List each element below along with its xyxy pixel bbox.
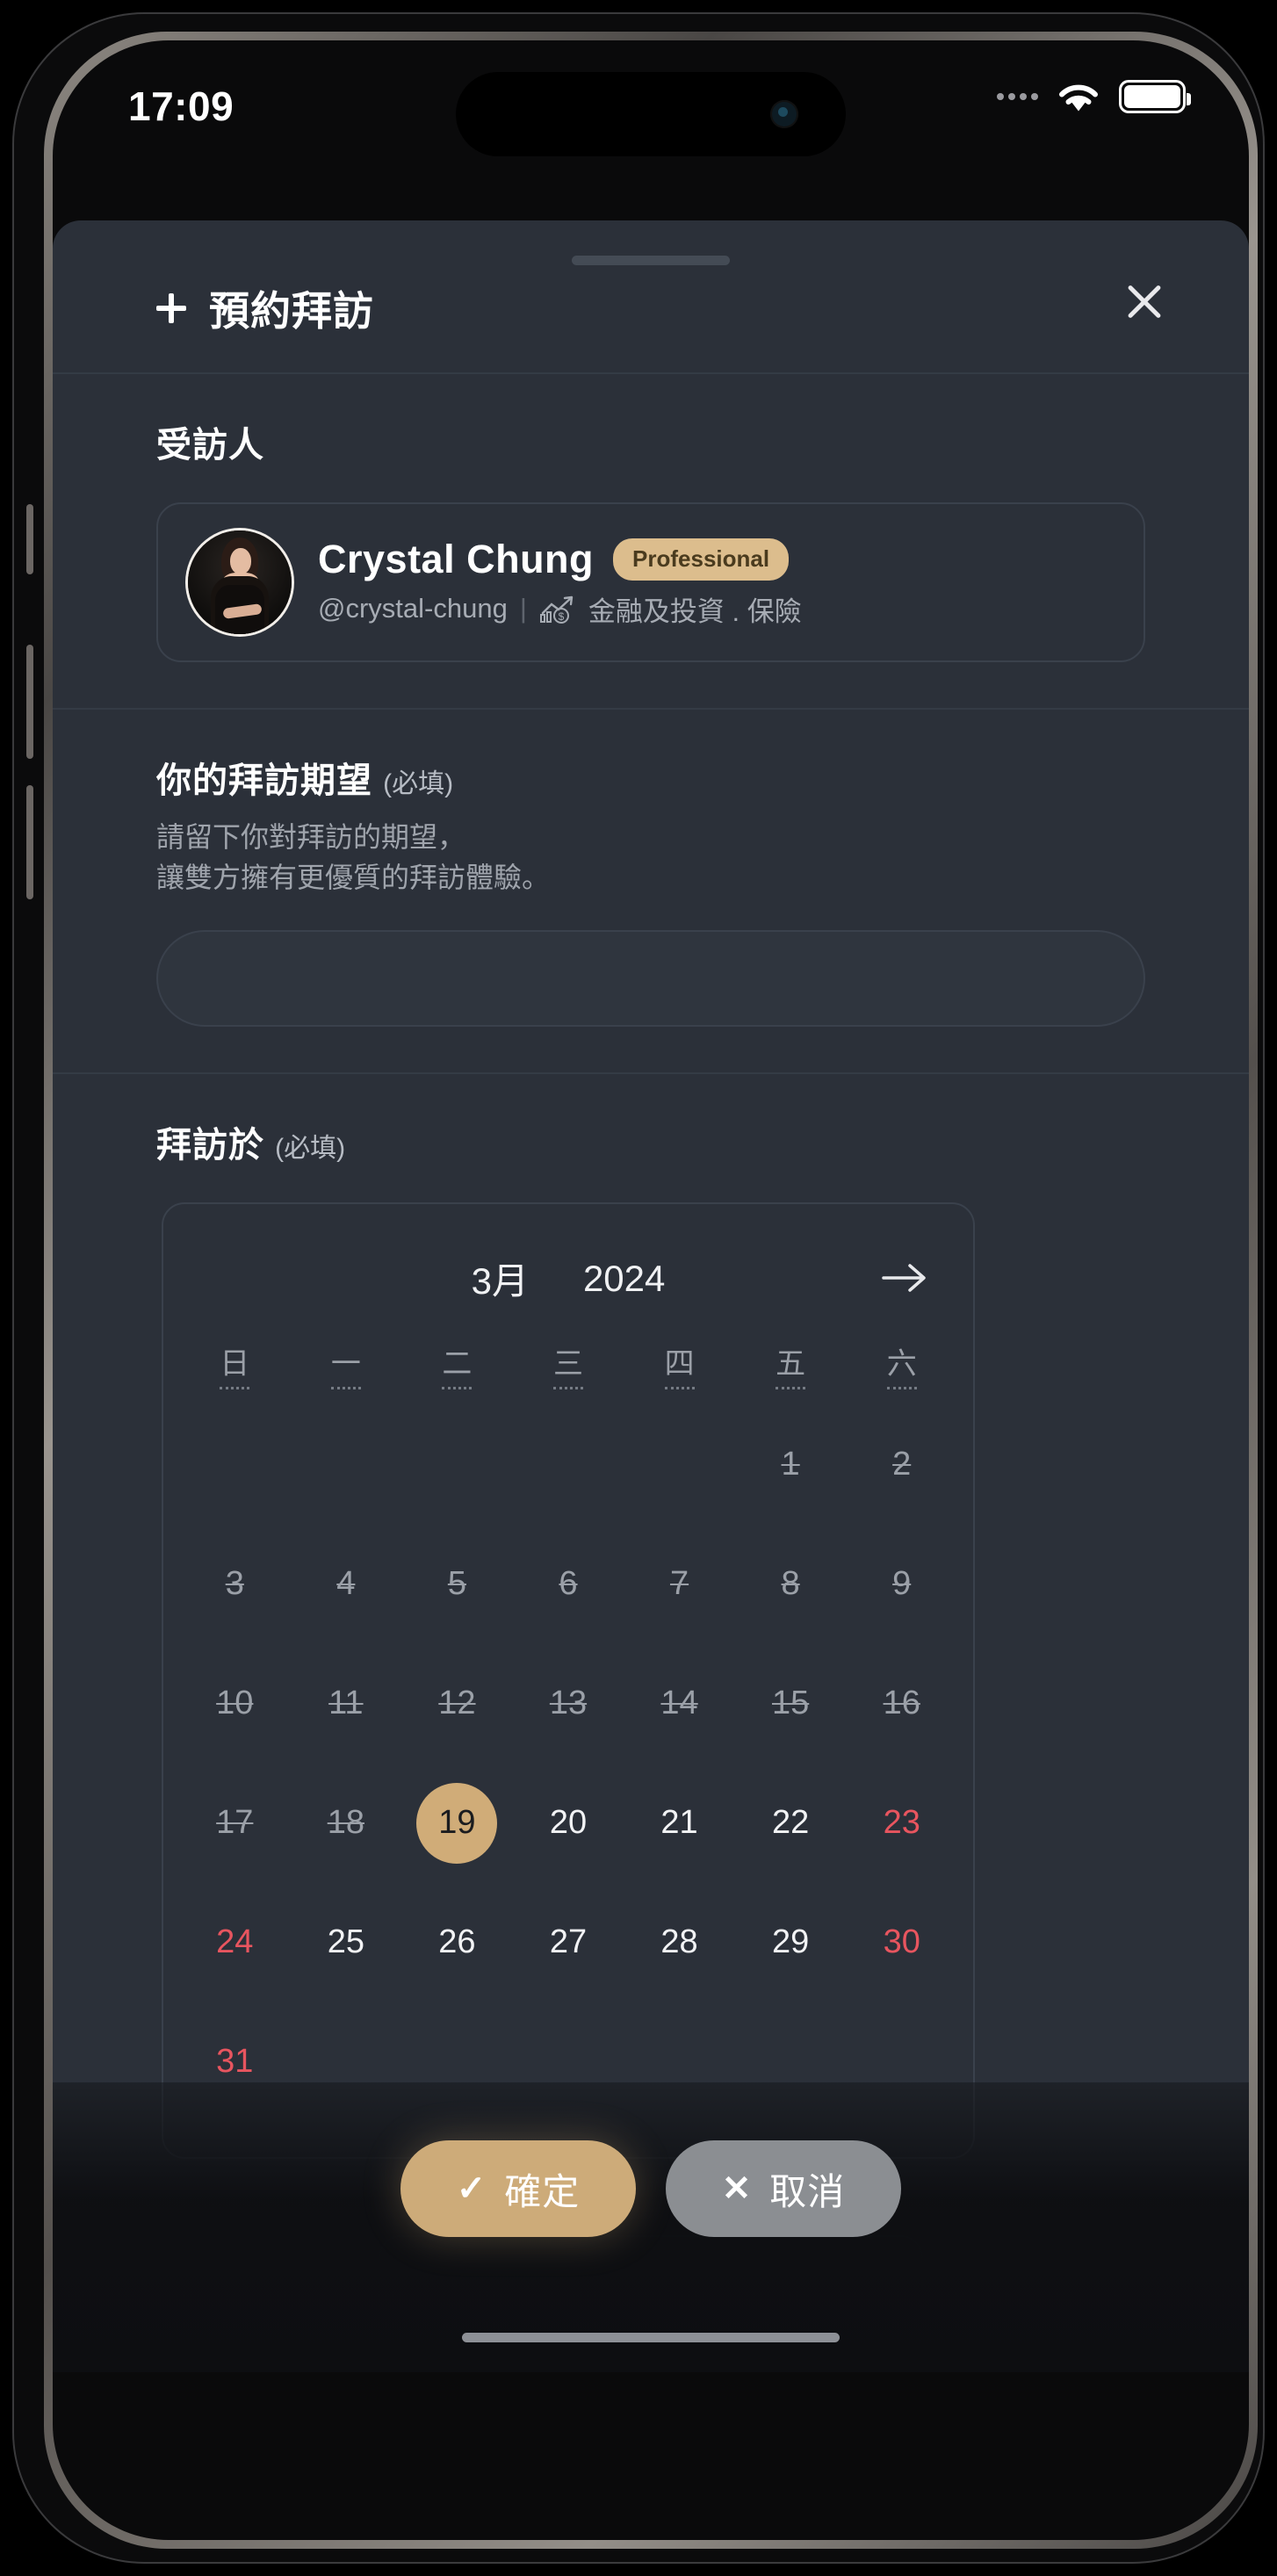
calendar-day-5: 5 xyxy=(447,1565,466,1603)
status-indicators xyxy=(997,79,1191,114)
calendar-day-17: 17 xyxy=(216,1804,254,1842)
status-badge: Professional xyxy=(613,538,790,581)
expectation-section: 你的拜訪期望 (必填) 請留下你對拜訪的期望， 讓雙方擁有更優質的拜訪體驗。 xyxy=(53,710,1249,1074)
cross-icon: ✕ xyxy=(721,2169,753,2208)
dynamic-island xyxy=(456,72,846,156)
front-camera-icon xyxy=(770,100,798,128)
visitee-section: 受訪人 Crystal Chung Professional @crystal-… xyxy=(53,374,1249,710)
calendar-day-6: 6 xyxy=(559,1565,578,1603)
calendar-day-8: 8 xyxy=(781,1565,800,1603)
cancel-button-label: 取消 xyxy=(769,2170,846,2212)
expectation-input[interactable] xyxy=(156,929,1145,1027)
calendar-day-20[interactable]: 20 xyxy=(513,1764,624,1883)
calendar-weekday-5: 五 xyxy=(735,1325,847,1405)
visitee-name-row: Crystal Chung Professional xyxy=(318,537,1114,582)
calendar-day-29[interactable]: 29 xyxy=(735,1883,847,2002)
calendar-day-23[interactable]: 23 xyxy=(846,1764,957,1883)
date-label-text: 拜訪於 xyxy=(156,1125,264,1165)
page-title: 預約拜訪 xyxy=(156,279,374,337)
plus-icon xyxy=(156,293,186,323)
calendar-day-27[interactable]: 27 xyxy=(513,1883,624,2002)
calendar-month[interactable]: 3月 xyxy=(472,1252,529,1305)
visitee-category: 金融及投資 . 保險 xyxy=(588,595,802,627)
visitee-handle: @crystal-chung xyxy=(318,593,508,624)
confirm-button[interactable]: ✓ 確定 xyxy=(400,2140,636,2237)
calendar-year[interactable]: 2024 xyxy=(583,1258,665,1300)
cancel-button[interactable]: ✕ 取消 xyxy=(666,2140,901,2237)
calendar-day-22[interactable]: 22 xyxy=(735,1764,847,1883)
calendar-weekday-0: 日 xyxy=(179,1325,291,1405)
expectation-description-line1: 請留下你對拜訪的期望， xyxy=(156,821,466,853)
finance-chart-icon: $ xyxy=(539,595,574,624)
battery-full-icon xyxy=(1119,80,1191,113)
camera-glint xyxy=(778,107,788,117)
calendar-header: 3月 2024 xyxy=(179,1232,957,1325)
calendar-day-2: 2 xyxy=(892,1446,912,1483)
subtitle-divider: | xyxy=(519,593,527,624)
calendar-weekday-4: 四 xyxy=(624,1325,735,1405)
date-section: 拜訪於 (必填) 3月 2024 日一二三四五六 1 2 3 4 5 6 7 8… xyxy=(53,1074,1249,2176)
wifi-icon xyxy=(1059,84,1098,112)
calendar-day-26[interactable]: 26 xyxy=(401,1883,513,2002)
calendar-day-10: 10 xyxy=(216,1685,254,1722)
calendar-weekday-2: 二 xyxy=(401,1325,513,1405)
calendar-day-30[interactable]: 30 xyxy=(846,1883,957,2002)
calendar-day-28[interactable]: 28 xyxy=(624,1883,735,2002)
visitee-text: Crystal Chung Professional @crystal-chun… xyxy=(318,537,1114,629)
signal-dots-icon xyxy=(997,93,1038,100)
svg-text:$: $ xyxy=(559,610,565,623)
visitee-subtitle: @crystal-chung | $ 金融及投資 . 保險 xyxy=(318,589,1114,629)
status-bar: 17:09 xyxy=(53,40,1249,198)
calendar-day-1: 1 xyxy=(781,1446,800,1483)
calendar-day-4: 4 xyxy=(336,1565,356,1603)
sheet-title-text: 預約拜訪 xyxy=(209,288,374,334)
calendar-day-13: 13 xyxy=(549,1685,588,1722)
visitee-section-label: 受訪人 xyxy=(156,426,264,465)
calendar-weekday-3: 三 xyxy=(513,1325,624,1405)
home-indicator[interactable] xyxy=(462,2333,840,2342)
visitee-name: Crystal Chung xyxy=(318,536,595,581)
expectation-description-line2: 讓雙方擁有更優質的拜訪體驗。 xyxy=(156,862,551,894)
calendar-weekday-1: 一 xyxy=(291,1325,402,1405)
expectation-section-label: 你的拜訪期望 (必填) xyxy=(156,752,1145,803)
calendar-day-7: 7 xyxy=(669,1565,689,1603)
calendar-day-18: 18 xyxy=(327,1804,364,1842)
date-section-label: 拜訪於 (必填) xyxy=(156,1116,1145,1167)
sheet-footer: ✓ 確定 ✕ 取消 xyxy=(53,2082,1249,2372)
check-icon: ✓ xyxy=(456,2169,487,2208)
calendar-day-24[interactable]: 24 xyxy=(179,1883,291,2002)
calendar-weekday-6: 六 xyxy=(846,1325,957,1405)
calendar-day-3: 3 xyxy=(225,1565,244,1603)
expectation-required-tag: (必填) xyxy=(383,769,454,798)
calendar: 3月 2024 日一二三四五六 1 2 3 4 5 6 7 8 9 10 11 12 13 14 15 16 1… xyxy=(162,1201,975,2159)
calendar-day-21[interactable]: 21 xyxy=(624,1764,735,1883)
volume-up-button[interactable] xyxy=(26,645,33,759)
sheet-header: 預約拜訪 xyxy=(53,220,1249,374)
expectation-description: 請留下你對拜訪的期望， 讓雙方擁有更優質的拜訪體驗。 xyxy=(156,817,1145,898)
calendar-weekday-row: 日一二三四五六 xyxy=(179,1325,957,1405)
status-time: 17:09 xyxy=(128,83,234,129)
arrow-right-icon[interactable] xyxy=(878,1253,931,1302)
phone-screen: 17:09 預約拜訪 受訪人 Crystal Chung Professiona… xyxy=(53,40,1249,2540)
volume-down-button[interactable] xyxy=(26,785,33,899)
booking-sheet: 預約拜訪 受訪人 Crystal Chung Professional @cry… xyxy=(53,220,1249,2372)
close-icon[interactable] xyxy=(1124,282,1165,322)
expectation-label-text: 你的拜訪期望 xyxy=(156,761,372,800)
calendar-day-grid: 1 2 3 4 5 6 7 8 9 10 11 12 13 14 15 16 17 18 19 20 21 22 23 24 2… xyxy=(179,1405,957,2122)
calendar-day-16: 16 xyxy=(883,1685,920,1722)
calendar-day-25[interactable]: 25 xyxy=(291,1883,402,2002)
silent-switch[interactable] xyxy=(26,504,33,574)
calendar-day-12: 12 xyxy=(438,1685,476,1722)
calendar-day-11: 11 xyxy=(328,1685,364,1722)
calendar-day-9: 9 xyxy=(892,1565,912,1603)
calendar-day-19[interactable]: 19 xyxy=(401,1764,513,1883)
calendar-day-15: 15 xyxy=(771,1685,810,1722)
date-required-tag: (必填) xyxy=(275,1133,346,1163)
avatar xyxy=(188,530,292,634)
visitee-card[interactable]: Crystal Chung Professional @crystal-chun… xyxy=(156,502,1145,662)
confirm-button-label: 確定 xyxy=(504,2170,581,2212)
calendar-day-14: 14 xyxy=(660,1685,698,1722)
phone-frame: 17:09 預約拜訪 受訪人 Crystal Chung Professiona… xyxy=(12,12,1265,2564)
